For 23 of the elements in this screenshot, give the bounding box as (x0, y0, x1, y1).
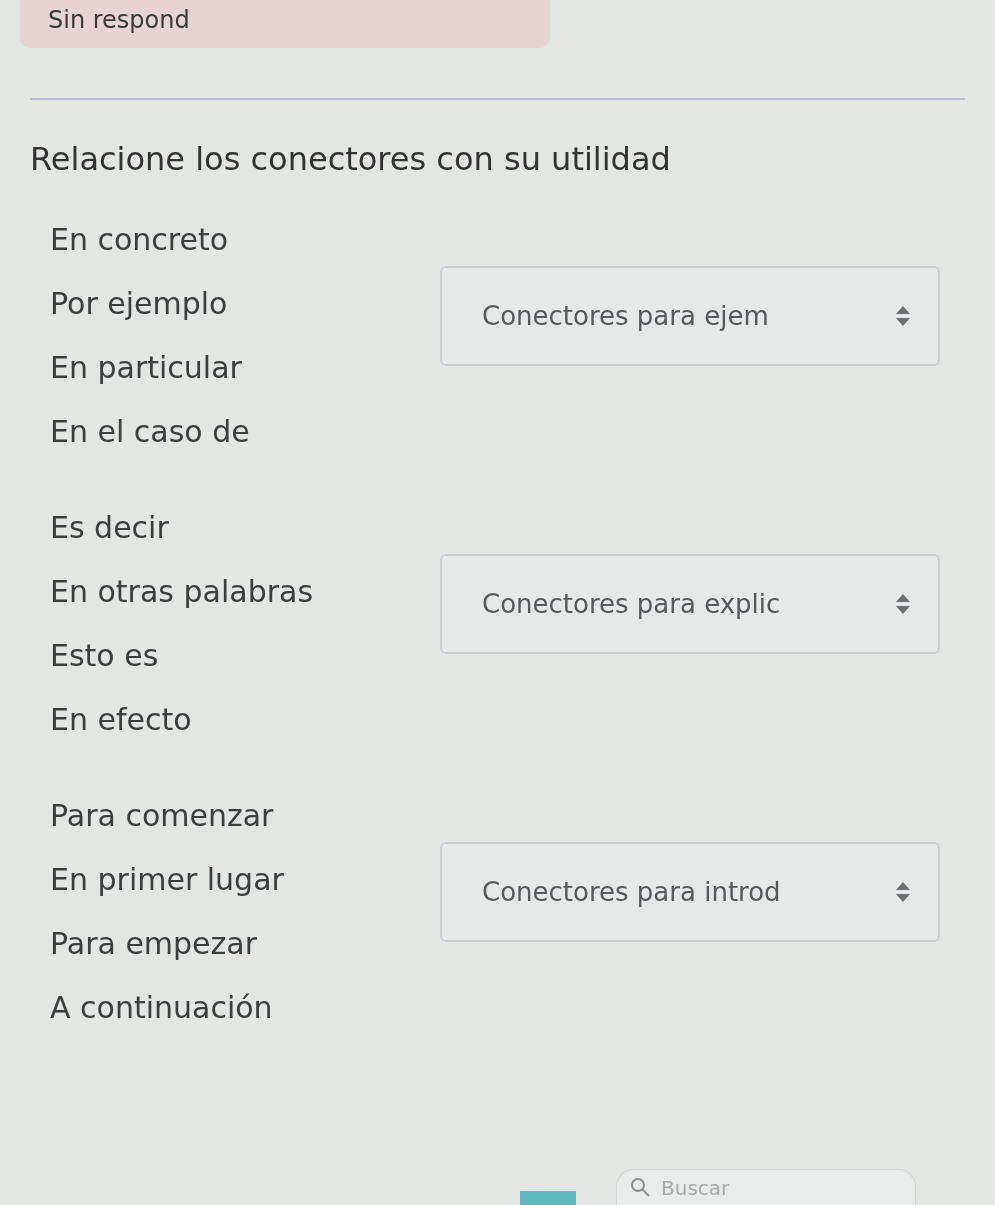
connector-label: En efecto (50, 701, 193, 739)
answer-dropdown[interactable]: Conectores para explic (440, 554, 940, 654)
status-badge: Sin respond (20, 0, 550, 48)
answer-dropdown[interactable]: Conectores para ejem (440, 266, 940, 366)
connector-label: A continuación (50, 989, 274, 1027)
question-text: Relacione los conectores con su utilidad (30, 140, 672, 178)
connector-label: En particular (50, 349, 243, 387)
search-icon (630, 1177, 650, 1197)
up-down-caret-icon (896, 882, 910, 902)
connector-label: Para empezar (50, 925, 259, 963)
connector-label: En el caso de (50, 413, 251, 451)
up-down-caret-icon (896, 306, 910, 326)
up-down-caret-icon (896, 594, 910, 614)
connector-label: En otras palabras (50, 573, 315, 611)
search-field[interactable]: Buscar (616, 1169, 916, 1205)
connector-label: En concreto (50, 221, 230, 259)
connector-label: Esto es (50, 637, 160, 675)
connector-label: Para comenzar (50, 797, 275, 835)
connector-label: En primer lugar (50, 861, 285, 899)
answer-dropdown[interactable]: Conectores para introd (440, 842, 940, 942)
connector-label: Por ejemplo (50, 285, 229, 323)
footer-button[interactable] (520, 1191, 576, 1205)
connector-label: Es decir (50, 509, 170, 547)
